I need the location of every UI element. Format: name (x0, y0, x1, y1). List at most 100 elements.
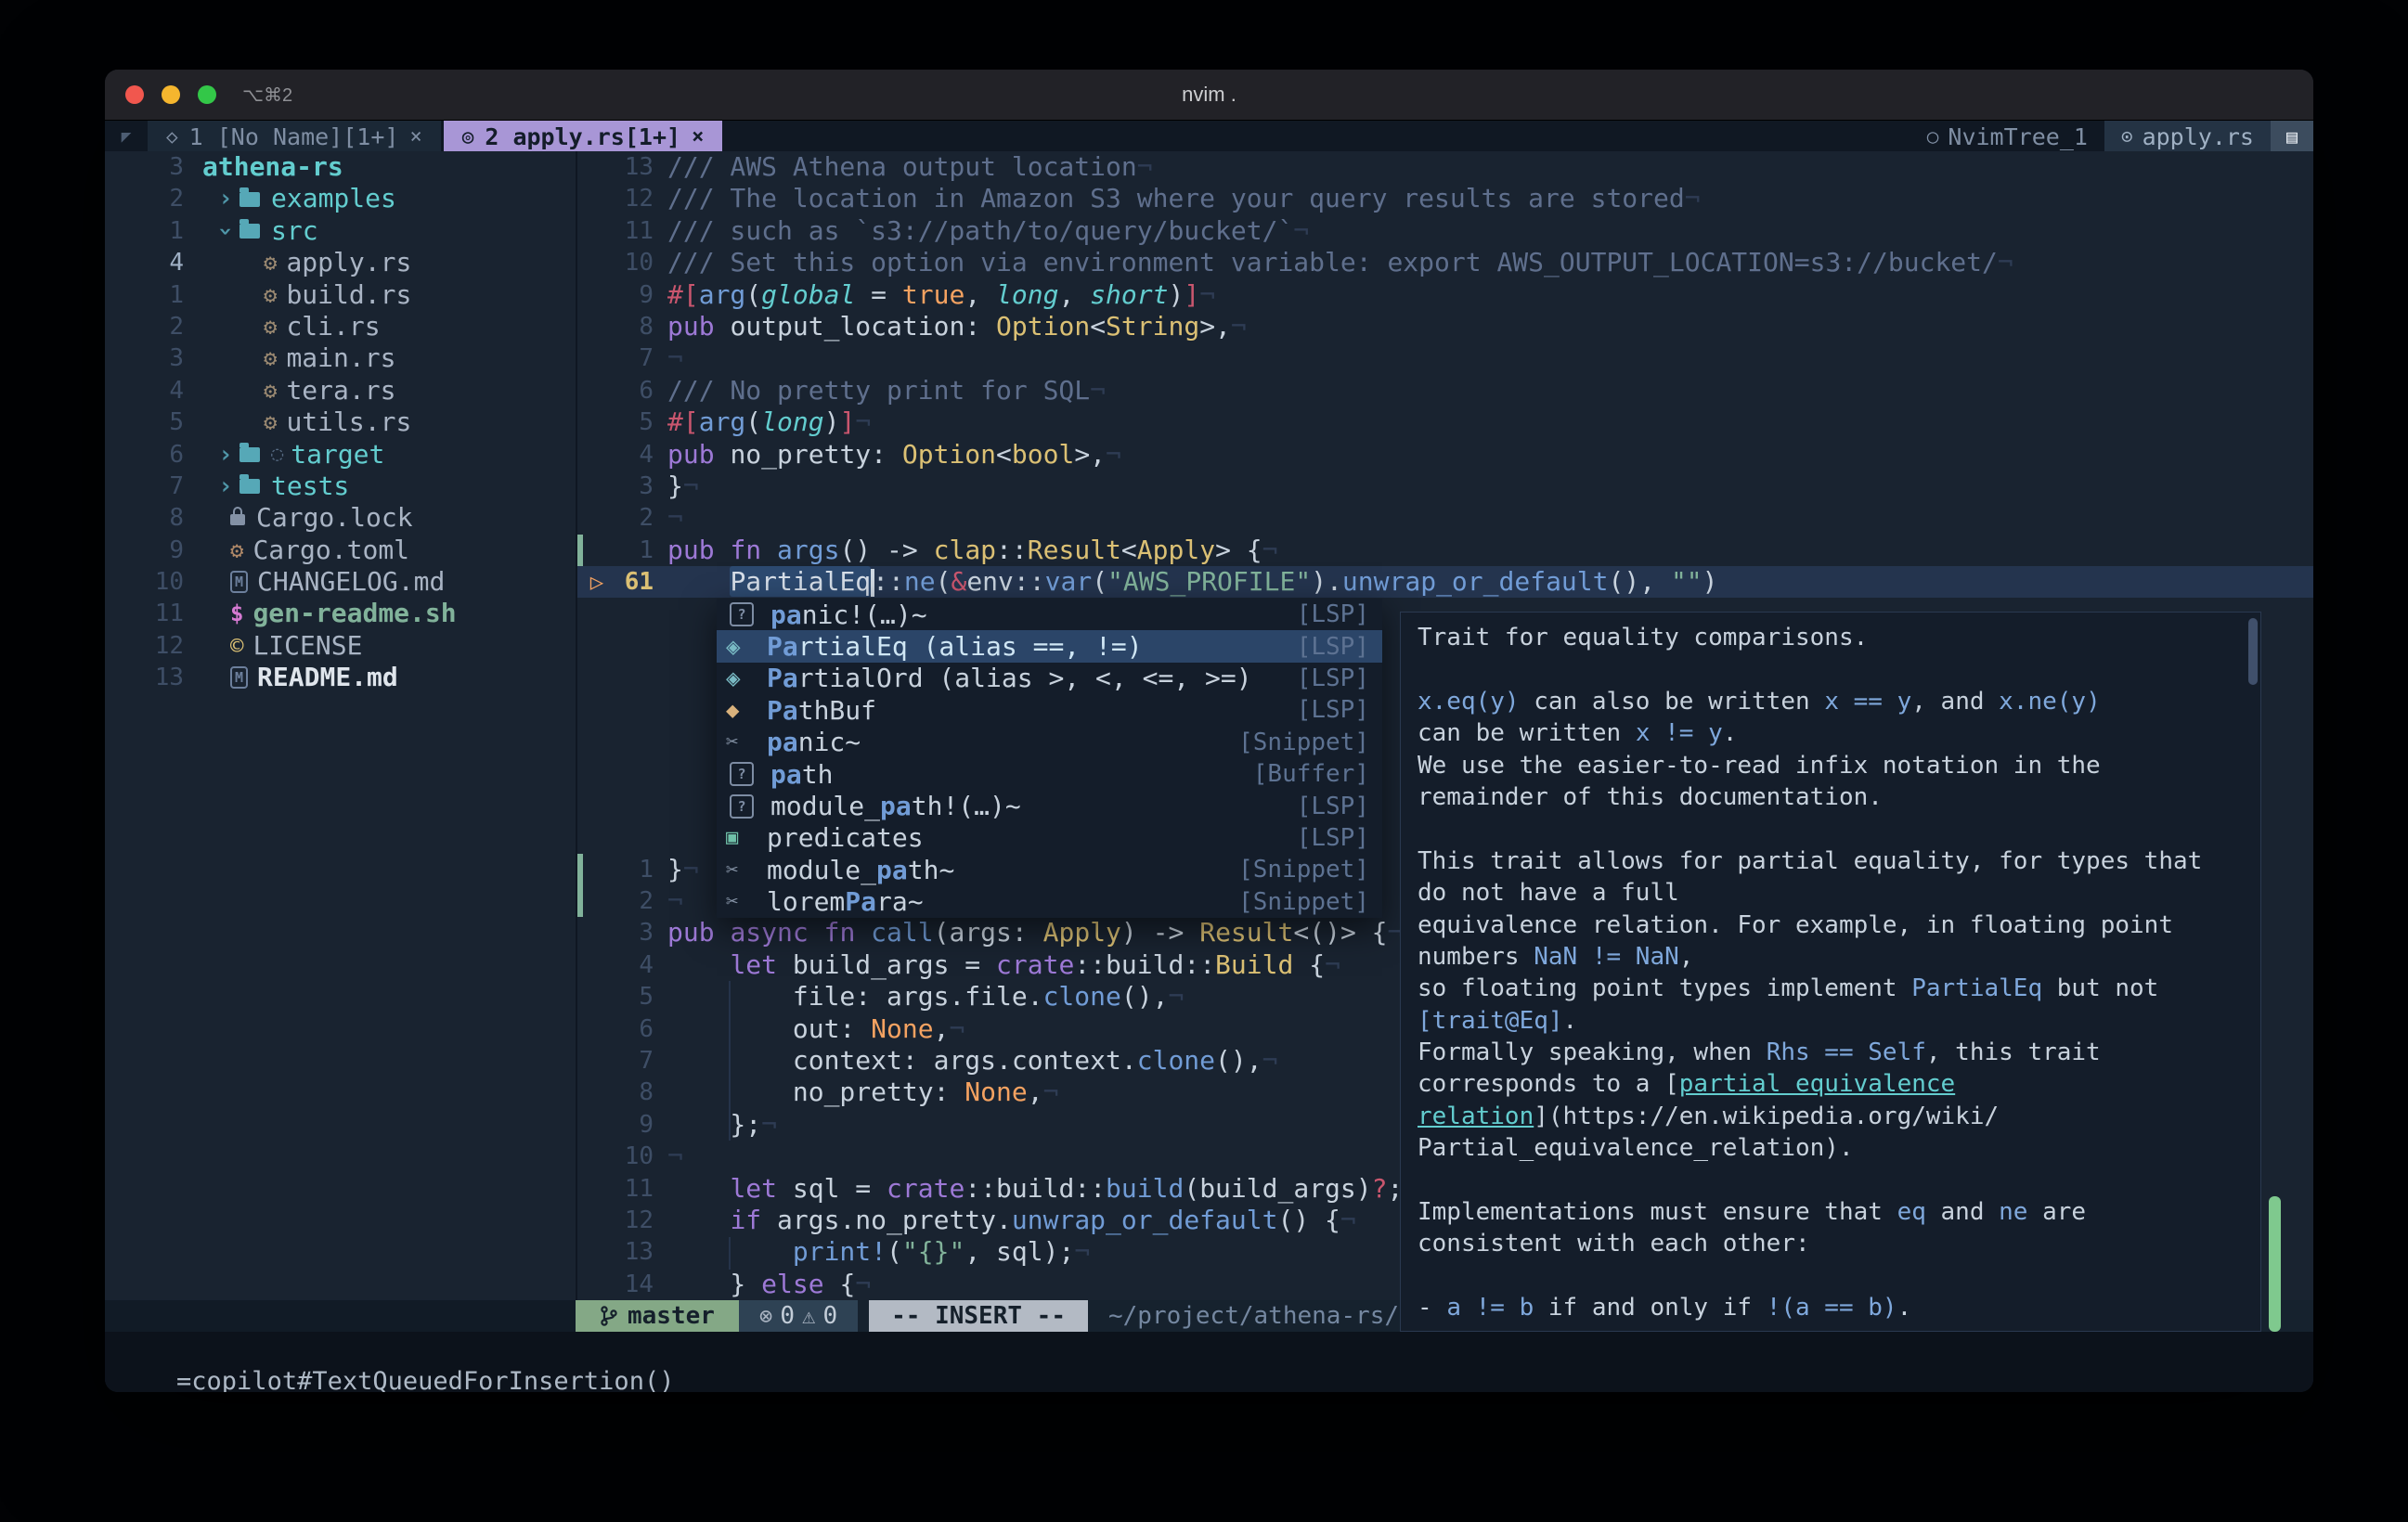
token-pln: numbers (1418, 943, 1534, 971)
editor-row[interactable]: ▷61 PartialEq::ne(&env::var("AWS_PROFILE… (577, 566, 2313, 598)
tree-row[interactable]: 1›src (105, 215, 576, 247)
folder-icon (240, 447, 260, 462)
editor-row[interactable]: 9#[arg(global = true, long, short)]¬ (577, 279, 2313, 311)
sign-column (583, 757, 611, 789)
tree-row[interactable]: 2⚙cli.rs (105, 311, 576, 342)
token-str: "{}" (902, 1236, 964, 1267)
token-cmt: /// such as `s3://path/to/query/bucket/` (667, 215, 1293, 246)
completion-item[interactable]: ◈PartialOrd (alias >, <, <=, >=)[LSP] (717, 663, 1382, 694)
editor-row[interactable]: 10/// Set this option via environment va… (577, 247, 2313, 278)
completion-item[interactable]: ?panic!(…)~[LSP] (717, 599, 1382, 630)
token-code: eq (1897, 1198, 1926, 1226)
line-number (611, 662, 654, 693)
token-pln: ). (1311, 566, 1342, 597)
tabline: ◤ ◇1 [No Name][1+]×◎2 apply.rs[1+]× ○Nvi… (105, 121, 2313, 152)
editor-row[interactable]: 8pub output_location: Option<String>,¬ (577, 311, 2313, 342)
tab[interactable]: ◇1 [No Name][1+]× (148, 121, 441, 152)
completion-item[interactable]: ✂module_path~[Snippet] (717, 854, 1382, 885)
editor-row[interactable]: 11/// such as `s3://path/to/query/bucket… (577, 215, 2313, 247)
docs-scrollbar[interactable] (2248, 618, 2258, 685)
trait-kind-icon: ◈ (726, 633, 763, 661)
token-pln: { (1293, 949, 1325, 980)
token-pln: ::build:: (1074, 949, 1215, 980)
token-pln: are (2027, 1198, 2086, 1226)
completion-item[interactable]: ◆PathBuf[LSP] (717, 694, 1382, 726)
editor-row[interactable]: 5#[arg(long)]¬ (577, 406, 2313, 438)
completion-item[interactable]: ?module_path!(…)~[LSP] (717, 790, 1382, 821)
docs-line (1418, 1260, 2260, 1292)
main-scrollbar[interactable] (2269, 1196, 2281, 1332)
chevron-collapsed-icon[interactable]: › (212, 439, 240, 471)
tab[interactable]: ◎2 apply.rs[1+]× (444, 121, 723, 152)
cmdline[interactable]: =copilot#TextQueuedForInsertion() (105, 1332, 2313, 1392)
editor-row[interactable]: 1pub fn args() -> clap::Result<Apply> {¬ (577, 535, 2313, 566)
rust-file-icon: ⚙ (264, 247, 277, 278)
titlebar[interactable]: ⌥⌘2 nvim . (105, 70, 2313, 121)
editor-row[interactable]: 13/// AWS Athena output location¬ (577, 151, 2313, 183)
docs-float: Trait for equality comparisons.x.eq(y) c… (1400, 612, 2261, 1332)
token-kw: pub (667, 535, 730, 565)
sign-column (583, 439, 611, 471)
tree-row[interactable]: 7›tests (105, 471, 576, 502)
editor-row[interactable]: 3}¬ (577, 471, 2313, 502)
editor-row[interactable]: 2¬ (577, 502, 2313, 534)
tab-close-icon[interactable]: × (692, 125, 704, 148)
tab-close-icon[interactable]: × (409, 125, 421, 148)
tree-item-label: examples (271, 183, 396, 214)
tree-row[interactable]: 3⚙main.rs (105, 342, 576, 374)
tree-row[interactable]: 3athena-rs (105, 151, 576, 183)
buffer-chip[interactable]: ⊙apply.rs (2104, 121, 2271, 152)
token-pln: - (1418, 1294, 1446, 1322)
close-window-button[interactable] (125, 85, 144, 104)
tree-row[interactable]: 6›◌target (105, 439, 576, 471)
chevron-collapsed-icon[interactable]: › (212, 471, 240, 502)
buffer-label: apply.rs (2143, 123, 2254, 150)
git-branch-segment[interactable]: master (576, 1300, 739, 1332)
tree-item-label: Cargo.lock (256, 502, 413, 534)
chevron-expanded-icon[interactable]: › (210, 217, 241, 245)
token-pln: () -> (839, 535, 933, 565)
token-rose: #[ (667, 406, 699, 437)
token-cmt: /// Set this option via environment vari… (667, 247, 1998, 277)
token-fn: print! (793, 1236, 887, 1267)
tree-row[interactable]: 4⚙tera.rs (105, 375, 576, 406)
tree-row[interactable]: 1⚙build.rs (105, 279, 576, 311)
tabline-logo-icon: ◤ (105, 121, 148, 152)
tree-row[interactable]: 11$gen-readme.sh (105, 598, 576, 629)
completion-item[interactable]: ✂panic~[Snippet] (717, 727, 1382, 758)
line-number (611, 598, 654, 629)
editor-row[interactable]: 6/// No pretty print for SQL¬ (577, 375, 2313, 406)
tree-row[interactable]: 12©LICENSE (105, 630, 576, 662)
completion-item[interactable]: ◈PartialEq (alias ==, !=)[LSP] (717, 630, 1382, 662)
tree-row[interactable]: 5⚙utils.rs (105, 406, 576, 438)
editor-row[interactable]: 7¬ (577, 342, 2313, 374)
license-file-icon: © (230, 630, 243, 662)
editor-row[interactable]: 12/// The location in Amazon S3 where yo… (577, 183, 2313, 214)
completion-item[interactable]: ✂loremPara~[Snippet] (717, 886, 1382, 918)
file-tree-pane: 3athena-rs2›examples1›src4⚙apply.rs1⚙bui… (105, 151, 576, 1300)
token-pln: Implementations must ensure that (1418, 1198, 1897, 1226)
buffer-icon: ○ (1927, 125, 1939, 148)
buffer-corner-icon[interactable]: ▤ (2271, 121, 2313, 152)
token-pln: }; (667, 1109, 761, 1140)
minimize-window-button[interactable] (162, 85, 180, 104)
editor-row[interactable]: 4pub no_pretty: Option<bool>,¬ (577, 439, 2313, 471)
completion-item[interactable]: ?path[Buffer] (717, 758, 1382, 790)
tree-row[interactable]: 2›examples (105, 183, 576, 214)
token-eol: ¬ (667, 502, 683, 533)
diagnostics-segment[interactable]: ⊗ 0 ⚠ 0 (739, 1300, 858, 1332)
sign-column (583, 1141, 611, 1172)
tree-row[interactable]: 13MREADME.md (105, 662, 576, 693)
git-branch-name: master (628, 1302, 715, 1330)
zoom-window-button[interactable] (198, 85, 216, 104)
tree-row[interactable]: 10MCHANGELOG.md (105, 566, 576, 598)
token-pln: () { (1277, 1205, 1340, 1235)
tree-row[interactable]: 8Cargo.lock (105, 502, 576, 534)
chevron-collapsed-icon[interactable]: › (212, 183, 240, 214)
completion-item[interactable]: ▣predicates[LSP] (717, 822, 1382, 854)
tree-row[interactable]: 9⚙Cargo.toml (105, 535, 576, 566)
sign-column (583, 1236, 611, 1268)
buffer-chip[interactable]: ○NvimTree_1 (1910, 121, 2104, 152)
token-pln: build_args = (793, 949, 996, 980)
tree-row[interactable]: 4⚙apply.rs (105, 247, 576, 278)
